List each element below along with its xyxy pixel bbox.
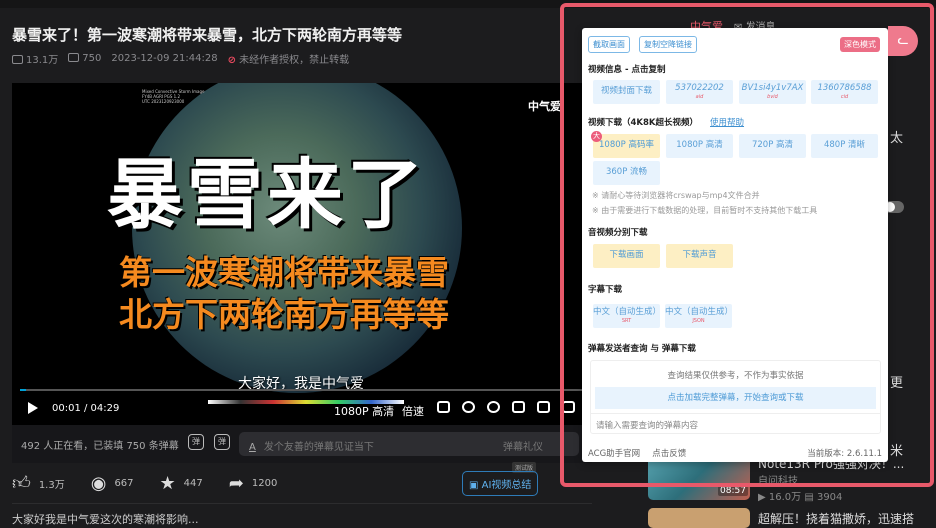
satellite-label: Mixed Convective Storm Image FY4B AGRI PG… (142, 89, 205, 104)
quality-1080p-high-button[interactable]: 大 1080P 高码率 (591, 131, 660, 158)
overlay-line-1: 第一波寒潮将带来暴雪 (119, 253, 449, 292)
video-card-title[interactable]: 超解压！挠着猫撒娇，迅速搭 (758, 510, 914, 527)
watermark: 中气爱 (528, 100, 561, 113)
coin-icon: ◉ (90, 472, 107, 494)
note: ※ 请耐心等待浏览器将crswap与mp4文件合并 (592, 191, 760, 200)
forbidden-icon: ⊘ (227, 55, 236, 66)
quality-480p-button[interactable]: 480P 清晰 (811, 134, 878, 158)
viewer-status: 492 人正在看，已装填 750 条弹幕 (21, 441, 179, 452)
note: ※ 由于需要进行下载数据的处理，目前暂时不支持其他下载工具 (592, 206, 818, 215)
aid-copy-button[interactable]: 537022202 aid (666, 80, 733, 104)
danmaku-settings-icon[interactable]: 弹 (214, 434, 230, 450)
share-button[interactable]: ➦ 1200 (229, 473, 278, 494)
danmaku-input[interactable]: A 发个友善的弹幕见证当下 弹幕礼仪 (239, 432, 579, 456)
widescreen-icon[interactable] (537, 401, 550, 413)
official-site-link[interactable]: ACG助手官网 (588, 447, 640, 459)
share-arrow-icon: ➦ (228, 472, 244, 494)
section-title: 字幕下载 (588, 285, 623, 295)
version-label: 当前版本: 2.6.11.1 (807, 449, 882, 459)
section-title: 弹幕发送者查询 与 弹幕下载 (588, 344, 696, 354)
cover-download-button[interactable]: 视频封面下载 (593, 80, 660, 104)
help-link[interactable]: 使用帮助 (710, 118, 744, 128)
acg-helper-popup: 截取画面 复制空降链接 深色模式 视频信息 - 点击复制 视频封面下载 5370… (582, 28, 888, 462)
thumbs-up-icon: 👍︎ (12, 473, 31, 494)
cat-icon[interactable]: ᓚ (888, 26, 918, 56)
subtitle-srt-button[interactable]: 中文（自动生成） SRT (593, 304, 661, 328)
copyright-notice: ⊘ 未经作者授权，禁止转载 (227, 55, 350, 66)
robot-icon: ▣ (469, 480, 482, 491)
query-notice: 查询结果仅供参考，不作为事实依据 (667, 371, 804, 381)
dark-mode-button[interactable]: 深色模式 (840, 37, 880, 52)
quality-360p-button[interactable]: 360P 流畅 (593, 161, 660, 185)
popup-footer: ACG助手官网 点击反馈 当前版本: 2.6.11.1 (588, 447, 882, 459)
screenshot-button[interactable]: 截取画面 (588, 36, 630, 53)
bvid-copy-button[interactable]: BV1si4y1v7AX bvid (739, 80, 806, 104)
etiquette-link[interactable]: 弹幕礼仪 (503, 438, 543, 453)
time-display: 00:01 / 04:29 (52, 402, 120, 414)
divider (12, 503, 592, 504)
quality-720p-button[interactable]: 720P 高清 (739, 134, 806, 158)
ai-summary-button[interactable]: ▣ AI视频总结 (462, 471, 539, 496)
danmaku-query-input[interactable]: 请输入需要查询的弹幕内容 (591, 413, 880, 436)
quality-button[interactable]: 1080P 高清 (334, 403, 394, 419)
section-title: 视频下载（4K8K超长视频） 使用帮助 (588, 118, 745, 128)
download-audio-button[interactable]: 下载声音 (666, 244, 733, 268)
settings-gear-icon[interactable] (487, 401, 500, 413)
danmaku-bar: 492 人正在看，已装填 750 条弹幕 弹 弹 A 发个友善的弹幕见证当下 弹幕礼… (12, 425, 592, 463)
danmaku-stat: 750 (68, 53, 101, 64)
video-card-thumbnail[interactable] (648, 508, 750, 528)
feedback-link[interactable]: 点击反馈 (652, 447, 686, 459)
subtitle-json-button[interactable]: 中文（自动生成） JSON (665, 304, 733, 328)
play-icon[interactable] (28, 402, 38, 414)
like-button[interactable]: 👍︎ 1.3万 (12, 472, 65, 494)
quality-1080p-button[interactable]: 1080P 高清 (666, 134, 733, 158)
coin-button[interactable]: ◉ 667 (91, 473, 134, 494)
progress-bar[interactable] (20, 389, 590, 391)
danmaku-query-box: 查询结果仅供参考，不作为事实依据 点击加载完整弹幕，开始查询或下载 请输入需要查… (590, 360, 881, 434)
danmaku-toggle-icon[interactable]: 弹 (188, 434, 204, 450)
overlay-line-2: 北方下两轮南方再等等 (119, 295, 449, 334)
player-controls: 00:01 / 04:29 1080P 高清 倍速 (12, 395, 592, 421)
star-icon: ★ (159, 472, 176, 494)
progress-fill (20, 389, 26, 391)
action-bar: 👍︎ 1.3万 ◉ 667 ★ 447 ➦ 1200 (12, 472, 303, 495)
download-video-button[interactable]: 下载画面 (593, 244, 660, 268)
video-card-stats: ▶ 16.0万 ▤ 3904 (758, 492, 843, 503)
video-description: 大家好我是中气爱这次的寒潮将影响... (12, 513, 199, 526)
cid-copy-button[interactable]: 1360786588 cid (811, 80, 878, 104)
speed-button[interactable]: 倍速 (402, 403, 424, 419)
section-title: 音视频分别下载 (588, 228, 648, 238)
video-card-duration: 08:57 (718, 486, 748, 496)
views-stat: 13.1万 (12, 51, 58, 66)
section-title: 视频信息 - 点击复制 (588, 65, 666, 75)
font-style-icon[interactable]: A (249, 442, 256, 453)
copy-link-button[interactable]: 复制空降链接 (639, 36, 697, 53)
favorite-button[interactable]: ★ 447 (160, 473, 203, 494)
overlay-headline: 暴雪来了 (107, 150, 427, 239)
danmaku-icon (68, 53, 80, 62)
video-player[interactable]: Mixed Convective Storm Image FY4B AGRI PG… (12, 83, 592, 425)
subtitle-icon[interactable] (437, 401, 450, 413)
large-badge: 大 (591, 131, 602, 142)
play-count-icon (12, 55, 23, 64)
video-meta: 13.1万 750 2023-12-09 21:44:28 ⊘ 未经作者授权，禁… (12, 51, 349, 66)
video-title: 暴雪来了！第一波寒潮将带来暴雪，北方下两轮南方再等等 (12, 26, 403, 44)
pip-icon[interactable] (512, 401, 525, 413)
load-danmaku-button[interactable]: 点击加载完整弹幕，开始查询或下载 (595, 387, 876, 409)
volume-icon[interactable] (462, 401, 475, 413)
publish-date: 2023-12-09 21:44:28 (111, 53, 218, 64)
